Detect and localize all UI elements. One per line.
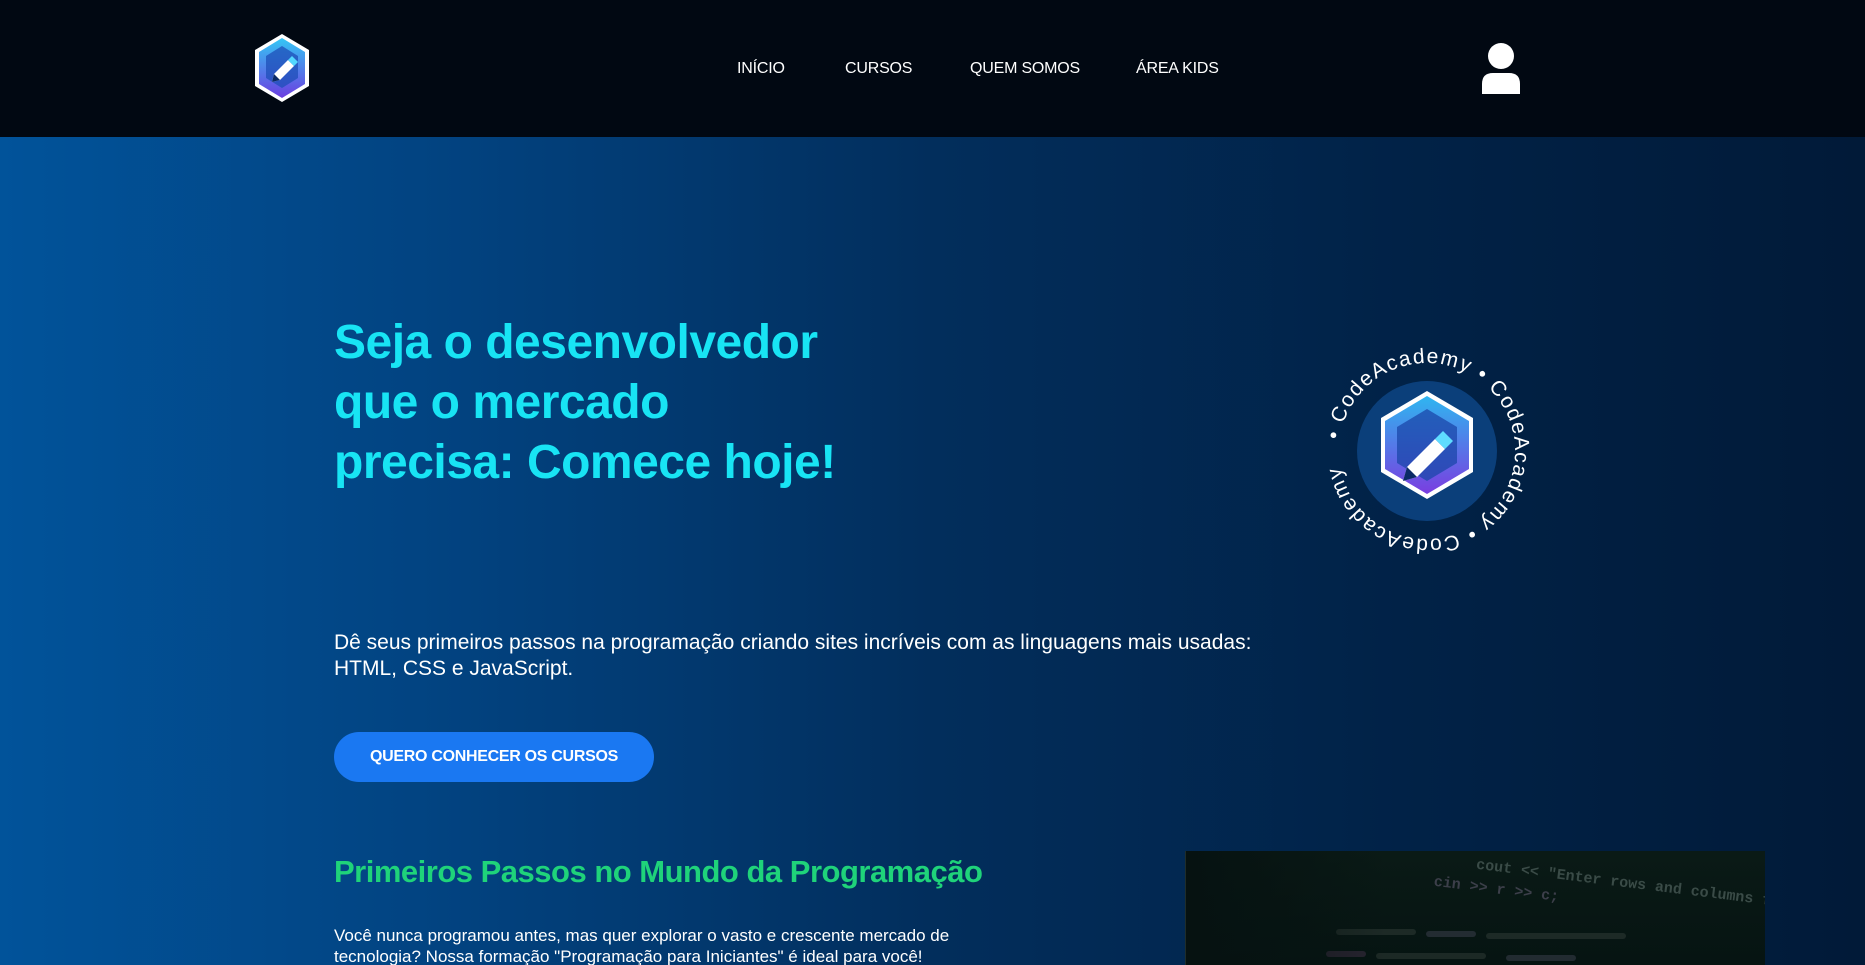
site-header: INÍCIO CURSOS QUEM SOMOS ÁREA KIDS <box>0 0 1865 137</box>
section-text: Você nunca programou antes, mas quer exp… <box>334 926 950 965</box>
code-screenshot-image: cout << "Enter rows and columns for cin … <box>1185 851 1765 965</box>
hero-title: Seja o desenvolvedor que o mercado preci… <box>334 316 836 489</box>
hero-section <box>0 137 1865 965</box>
page: INÍCIO CURSOS QUEM SOMOS ÁREA KIDS Seja … <box>0 0 1865 965</box>
nav-quem-somos[interactable]: QUEM SOMOS <box>970 57 1080 81</box>
nav-area-kids[interactable]: ÁREA KIDS <box>1136 57 1219 81</box>
codeacademy-badge-icon: • CodeAcademy • CodeAcademy • CodeAcadem… <box>1322 345 1532 557</box>
hero-description: Dê seus primeiros passos na programação … <box>334 631 1252 680</box>
main-nav: INÍCIO CURSOS QUEM SOMOS ÁREA KIDS <box>0 57 1865 81</box>
section-title: Primeiros Passos no Mundo da Programação <box>334 854 983 889</box>
user-icon <box>1482 43 1520 94</box>
user-account-button[interactable] <box>1478 42 1524 94</box>
codeacademy-badge: • CodeAcademy • CodeAcademy • CodeAcadem… <box>1321 345 1533 557</box>
nav-cursos[interactable]: CURSOS <box>845 57 912 81</box>
nav-inicio[interactable]: INÍCIO <box>737 57 785 81</box>
courses-cta-button[interactable]: QUERO CONHECER OS CURSOS <box>334 732 654 782</box>
code-lines-graphic: cout << "Enter rows and columns for cin … <box>1186 851 1765 965</box>
